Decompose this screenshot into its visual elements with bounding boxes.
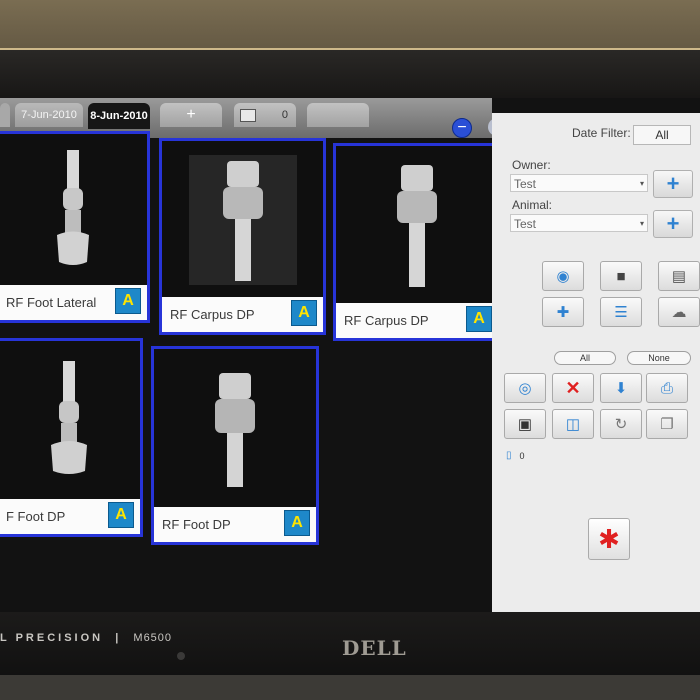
xray-image — [166, 145, 319, 294]
export-button[interactable]: ▣ — [504, 409, 546, 439]
xray-thumbnail[interactable]: RF Carpus DP A — [159, 138, 326, 335]
plus-icon: + — [666, 211, 680, 236]
annotate-button[interactable]: A — [284, 510, 310, 536]
export-box-icon: ▣ — [517, 416, 533, 433]
tab-count-value: 0 — [281, 109, 288, 121]
add-owner-button[interactable]: + — [653, 170, 693, 198]
filter-panel: Date Filter: All Owner: Test ▾ + Animal:… — [492, 113, 700, 622]
select-all-button[interactable]: All — [554, 351, 616, 365]
xray-image — [340, 150, 494, 300]
tray-icon — [240, 109, 256, 122]
video-camera-icon: ■ — [616, 267, 626, 285]
film-button[interactable]: ▤ — [658, 261, 700, 291]
annotate-icon: A — [122, 292, 134, 309]
xray-image — [2, 138, 143, 282]
add-tab-button[interactable]: + — [160, 103, 222, 127]
selection-count: ▯ 0 — [506, 450, 525, 461]
tab-date-8-jun-2010[interactable]: 8-Jun-2010 — [88, 103, 150, 129]
film-icon: ▤ — [671, 268, 687, 285]
annotate-button[interactable]: A — [115, 288, 141, 314]
view-button[interactable]: ◎ — [504, 373, 546, 403]
cloud-upload-button[interactable]: ☁ — [658, 297, 700, 327]
annotate-icon: A — [115, 506, 127, 523]
xray-thumbnail[interactable]: F Foot DP A — [0, 338, 143, 537]
laptop-model-label: L PRECISION | M6500 — [0, 632, 173, 644]
xray-thumbnail[interactable]: RF Foot Lateral A — [0, 131, 150, 323]
chevron-down-icon: ▾ — [639, 179, 644, 188]
eye-icon: ◎ — [518, 380, 532, 397]
xray-image — [2, 345, 136, 496]
video-camera-button[interactable]: ■ — [600, 261, 642, 291]
printer-icon: ⎙ — [660, 379, 673, 397]
capture-eye-icon: ◉ — [556, 268, 570, 285]
new-document-icon: ✚ — [556, 304, 570, 321]
screen-bezel-top — [0, 48, 700, 102]
tab-previous-hidden[interactable] — [0, 103, 10, 127]
select-none-button[interactable]: None — [627, 351, 691, 365]
tab-count[interactable]: 0 — [234, 103, 296, 127]
download-tray-icon: ⬇ — [614, 380, 628, 397]
emergency-button[interactable]: ✱ — [588, 518, 630, 560]
cloud-icon: ☁ — [671, 304, 687, 321]
star-of-life-icon: ✱ — [598, 524, 620, 554]
add-animal-button[interactable]: + — [653, 210, 693, 238]
dell-logo: DELL — [342, 636, 407, 660]
animal-field[interactable]: Test ▾ — [510, 214, 648, 232]
tree-structure-icon: ☰ — [614, 304, 628, 321]
tab-date-7-jun-2010[interactable]: 7-Jun-2010 — [15, 103, 83, 127]
print-button[interactable]: ⎙ — [646, 373, 688, 403]
minus-circle-icon: − — [457, 119, 467, 136]
animal-label: Animal: — [512, 198, 553, 212]
tab-blank[interactable] — [307, 103, 369, 127]
compare-button[interactable]: ◫ — [552, 409, 594, 439]
annotate-button[interactable]: A — [466, 306, 492, 332]
acquire-image-button[interactable]: ◉ — [542, 261, 584, 291]
annotate-button[interactable]: A — [291, 300, 317, 326]
annotate-icon: A — [298, 304, 310, 321]
new-document-button[interactable]: ✚ — [542, 297, 584, 327]
owner-field[interactable]: Test ▾ — [510, 174, 648, 192]
app-screen: 7-Jun-2010 8-Jun-2010 + 0 − + RF Foot La… — [0, 98, 700, 622]
plus-icon: + — [666, 171, 680, 196]
compare-windows-icon: ◫ — [565, 416, 581, 433]
rotate-button[interactable]: ↻ — [600, 409, 642, 439]
date-filter-label: Date Filter: — [572, 126, 631, 140]
rotate-icon: ↻ — [614, 416, 628, 433]
date-filter-select[interactable]: All — [633, 125, 691, 145]
selection-pointer-icon: ▯ — [506, 450, 512, 461]
owner-label: Owner: — [512, 158, 551, 172]
chevron-down-icon: ▾ — [639, 219, 644, 228]
zoom-out-button[interactable]: − — [452, 118, 472, 138]
xray-image — [158, 353, 312, 504]
delete-button[interactable]: ✕ — [552, 373, 594, 403]
delete-x-icon: ✕ — [565, 377, 581, 398]
annotate-button[interactable]: A — [108, 502, 134, 528]
copy-pages-icon: ❐ — [660, 416, 674, 433]
import-button[interactable]: ⬇ — [600, 373, 642, 403]
copy-button[interactable]: ❐ — [646, 409, 688, 439]
xray-thumbnail[interactable]: RF Foot DP A — [151, 346, 319, 545]
xray-thumbnail[interactable]: RF Carpus DP A — [333, 143, 501, 341]
laptop-lid-edge — [0, 675, 700, 700]
annotate-icon: A — [291, 514, 303, 531]
organize-button[interactable]: ☰ — [600, 297, 642, 327]
webcam-led — [177, 652, 185, 660]
annotate-icon: A — [473, 310, 485, 327]
